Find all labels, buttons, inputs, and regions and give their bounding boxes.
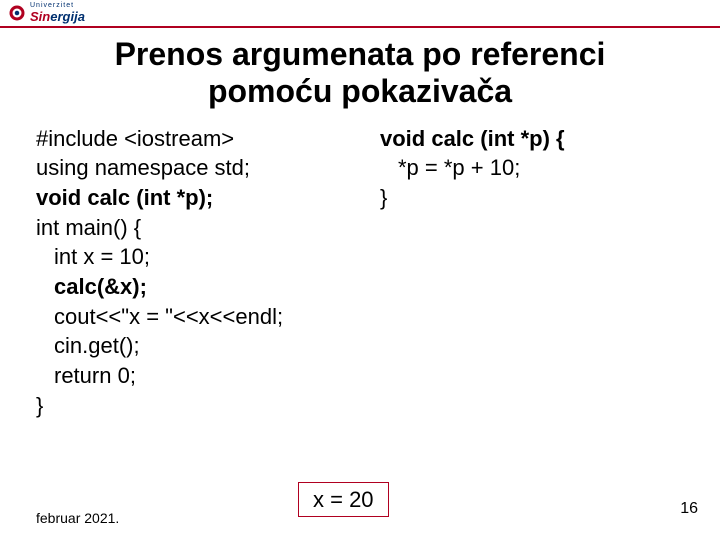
- code-line: }: [36, 391, 376, 421]
- page-number: 16: [680, 500, 698, 518]
- slide-title: Prenos argumenata po referenci pomoću po…: [40, 36, 680, 110]
- output-box: x = 20: [298, 482, 389, 518]
- footer-date: februar 2021.: [36, 510, 119, 526]
- logo-name-a: Sin: [30, 9, 50, 24]
- code-line: void calc (int *p);: [36, 183, 376, 213]
- code-line: int main() {: [36, 213, 376, 243]
- code-line: void calc (int *p) {: [380, 124, 680, 154]
- code-right-column: void calc (int *p) { *p = *p + 10; }: [380, 124, 680, 213]
- code-line: using namespace std;: [36, 153, 376, 183]
- logo-name-b: ergija: [50, 9, 85, 24]
- logo-bar: Univerzitet Sinergija: [0, 0, 720, 28]
- code-line: return 0;: [36, 361, 376, 391]
- slide-content: #include <iostream> using namespace std;…: [0, 124, 720, 421]
- code-line: cout<<"x = "<<x<<endl;: [36, 302, 376, 332]
- code-line: }: [380, 183, 680, 213]
- code-line: cin.get();: [36, 331, 376, 361]
- logo: Univerzitet Sinergija: [8, 2, 85, 24]
- education-icon: [8, 4, 26, 22]
- code-line: *p = *p + 10;: [380, 153, 680, 183]
- code-line: int x = 10;: [36, 242, 376, 272]
- code-line: calc(&x);: [36, 272, 376, 302]
- logo-caption: Univerzitet: [30, 2, 85, 9]
- code-line: #include <iostream>: [36, 124, 376, 154]
- title-line-1: Prenos argumenata po referenci: [115, 36, 606, 72]
- logo-text-block: Univerzitet Sinergija: [30, 2, 85, 24]
- title-line-2: pomoću pokazivača: [208, 73, 512, 109]
- logo-name: Sinergija: [30, 9, 85, 24]
- code-left-column: #include <iostream> using namespace std;…: [36, 124, 376, 421]
